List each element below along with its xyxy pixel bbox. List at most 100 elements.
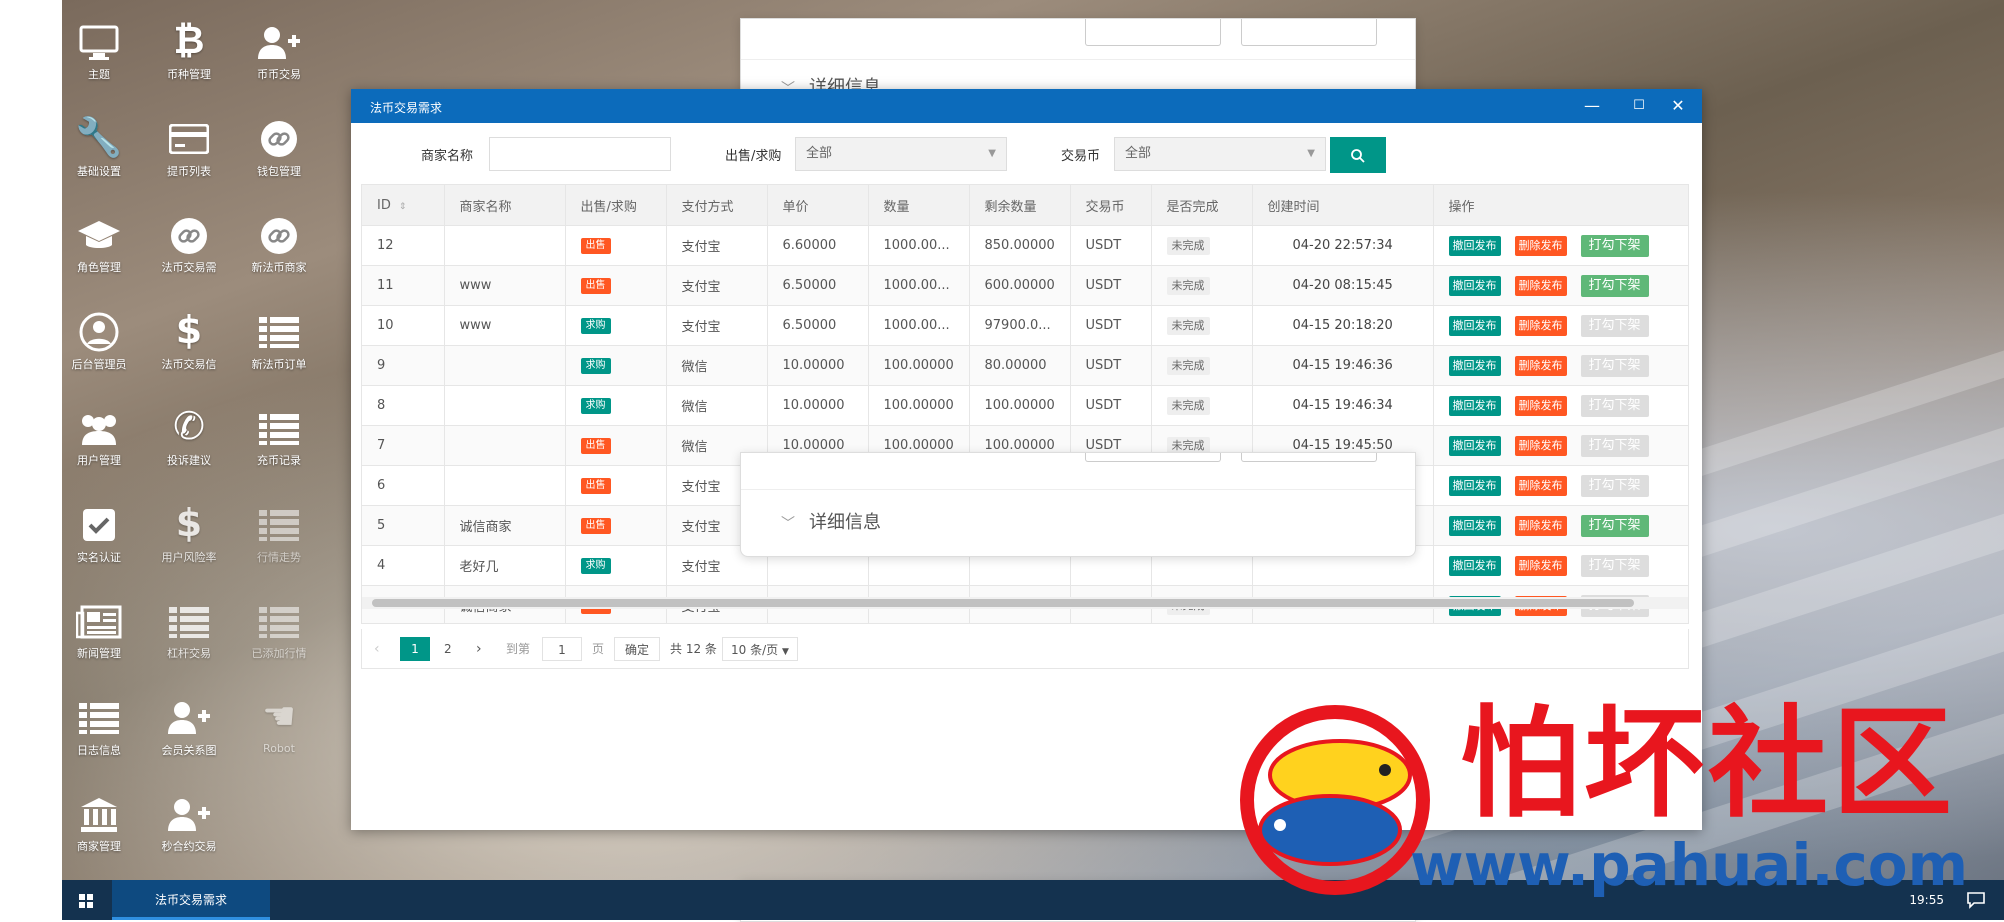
page-1-button[interactable]: 1	[400, 637, 430, 661]
desktop-icon[interactable]: $ 法币交易信	[149, 304, 229, 372]
hook-toggle-button[interactable]: 打勾下架	[1580, 234, 1649, 257]
table-row[interactable]: 8 求购 微信 10.00000 100.00000 100.00000 USDT 未完成 04…	[362, 385, 1688, 426]
direction-label: 出售/求购	[725, 149, 782, 164]
dialog-button[interactable]	[1085, 19, 1221, 46]
desktop-icon[interactable]: 后台管理员	[59, 304, 139, 372]
search-button[interactable]	[1330, 137, 1386, 173]
desktop-icon[interactable]: 日志信息	[59, 690, 139, 758]
hook-toggle-button[interactable]: 打勾下架	[1580, 434, 1649, 457]
hook-toggle-button[interactable]: 打勾下架	[1580, 514, 1649, 537]
desktop-icon[interactable]: ₿ 币种管理	[149, 14, 229, 82]
windows-start-icon[interactable]	[62, 880, 110, 920]
desktop-icon[interactable]: 充币记录	[239, 400, 319, 468]
coin: USDT	[1085, 238, 1122, 253]
goto-confirm-button[interactable]: 确定	[614, 637, 660, 661]
table-row[interactable]: 9 求购 微信 10.00000 100.00000 80.00000 USDT 未完成 04-…	[362, 345, 1688, 386]
delete-button[interactable]: 删除发布	[1514, 315, 1567, 336]
desktop-icon-label: 用户风险率	[161, 550, 217, 564]
unit-price-cell: 10.00000	[767, 385, 869, 426]
sort-icon[interactable]: ⇕	[399, 202, 407, 212]
delete-button[interactable]: 删除发布	[1514, 515, 1567, 536]
desktop-icon[interactable]: 🔧 基础设置	[59, 111, 139, 179]
desktop-icon[interactable]: 角色管理	[59, 207, 139, 275]
scrollbar-thumb[interactable]	[372, 599, 1634, 607]
desktop-icon[interactable]: 法币交易需	[149, 207, 229, 275]
hook-toggle-button[interactable]: 打勾下架	[1580, 394, 1649, 417]
desktop-icon-label: 充币记录	[257, 454, 301, 467]
hook-toggle-button[interactable]: 打勾下架	[1580, 474, 1649, 497]
desktop-icon[interactable]: $ 用户风险率	[149, 497, 229, 565]
horizontal-scrollbar[interactable]	[362, 597, 1688, 609]
dialog-button[interactable]	[1085, 453, 1221, 462]
desktop-icon[interactable]: 新法币订单	[239, 304, 319, 372]
taskbar-item[interactable]: 法币交易需求	[112, 880, 270, 920]
currency-select[interactable]: 全部 ▼	[1114, 137, 1326, 171]
delete-button[interactable]: 删除发布	[1514, 235, 1567, 256]
desktop-icon[interactable]: 已添加行情	[239, 593, 319, 661]
column-header: 操作	[1433, 185, 1688, 226]
direction-select-value: 全部	[806, 146, 833, 161]
prev-page-icon[interactable]: ‹	[374, 637, 380, 661]
desktop-icon[interactable]: 会员关系图	[149, 690, 229, 758]
merchant-name: 老好几	[459, 560, 499, 575]
quantity: 100.00000	[883, 438, 954, 453]
dialog-button[interactable]	[1241, 453, 1377, 462]
desktop-icon[interactable]: 钱包管理	[239, 111, 319, 179]
hook-toggle-button[interactable]: 打勾下架	[1580, 274, 1649, 297]
withdraw-button[interactable]: 撤回发布	[1448, 275, 1501, 296]
withdraw-button[interactable]: 撤回发布	[1448, 315, 1501, 336]
delete-button[interactable]: 删除发布	[1514, 475, 1567, 496]
withdraw-button[interactable]: 撤回发布	[1448, 555, 1501, 576]
desktop-icon[interactable]: 币币交易	[239, 14, 319, 82]
desktop-icon-label: 钱包管理	[257, 164, 301, 178]
delete-button[interactable]: 删除发布	[1514, 555, 1567, 576]
merchant-name-cell	[444, 425, 566, 466]
page-2-button[interactable]: 2	[444, 637, 452, 661]
hook-toggle-button[interactable]: 打勾下架	[1580, 354, 1649, 377]
table-row[interactable]: 11 www 出售 支付宝 6.50000 1000.00... 600.00000 USDT…	[362, 265, 1688, 306]
page-size-select[interactable]: 10 条/页 ▼	[722, 637, 798, 661]
column-header[interactable]: ID ⇕	[362, 185, 445, 226]
dialog-button[interactable]	[1241, 19, 1377, 46]
direction-select[interactable]: 全部 ▼	[795, 137, 1007, 171]
caret-down-icon: ▼	[781, 647, 789, 657]
desktop-icon[interactable]: 实名认证	[59, 497, 139, 565]
desktop-icon[interactable]: 主题	[59, 14, 139, 82]
desktop-icon[interactable]: 秒合约交易	[149, 786, 229, 854]
next-page-icon[interactable]: ›	[476, 637, 482, 661]
delete-button[interactable]: 删除发布	[1514, 355, 1567, 376]
column-header-label: 支付方式	[681, 199, 734, 215]
withdraw-button[interactable]: 撤回发布	[1448, 235, 1501, 256]
merchant-name-input[interactable]	[489, 137, 671, 171]
window-titlebar[interactable]: 法币交易需求 — ☐ ✕	[351, 89, 1702, 123]
goto-page-input[interactable]: 1	[542, 637, 582, 661]
delete-button[interactable]: 删除发布	[1514, 275, 1567, 296]
quantity-cell: 1000.00...	[868, 225, 970, 266]
withdraw-button[interactable]: 撤回发布	[1448, 355, 1501, 376]
hook-toggle-button[interactable]: 打勾下架	[1580, 554, 1649, 577]
detail-section[interactable]: ﹀ 详细信息	[741, 490, 1415, 556]
merchant-name-cell	[444, 385, 566, 426]
withdraw-button[interactable]: 撤回发布	[1448, 395, 1501, 416]
desktop-icon[interactable]: 提币列表	[149, 111, 229, 179]
withdraw-button[interactable]: 撤回发布	[1448, 475, 1501, 496]
desktop-icon[interactable]: 商家管理	[59, 786, 139, 854]
delete-button[interactable]: 删除发布	[1514, 395, 1567, 416]
desktop-icon[interactable]: 用户管理	[59, 400, 139, 468]
minimize-button[interactable]: —	[1568, 89, 1616, 123]
list-icon	[239, 400, 319, 452]
withdraw-button[interactable]: 撤回发布	[1448, 435, 1501, 456]
table-row[interactable]: 12 出售 支付宝 6.60000 1000.00... 850.00000 USDT 未完成…	[362, 225, 1688, 266]
hook-toggle-button[interactable]: 打勾下架	[1580, 314, 1649, 337]
remaining-quantity-cell: 850.00000	[969, 225, 1071, 266]
close-button[interactable]: ✕	[1654, 89, 1702, 123]
desktop-icon[interactable]: 新闻管理	[59, 593, 139, 661]
desktop-icon[interactable]: ☚ Robot	[239, 690, 319, 755]
table-row[interactable]: 10 www 求购 支付宝 6.50000 1000.00... 97900.0... USD…	[362, 305, 1688, 346]
withdraw-button[interactable]: 撤回发布	[1448, 515, 1501, 536]
desktop-icon[interactable]: 杠杆交易	[149, 593, 229, 661]
desktop-icon[interactable]: ✆ 投诉建议	[149, 400, 229, 468]
desktop-icon[interactable]: 新法币商家	[239, 207, 319, 275]
desktop-icon[interactable]: 行情走势	[239, 497, 319, 565]
delete-button[interactable]: 删除发布	[1514, 435, 1567, 456]
